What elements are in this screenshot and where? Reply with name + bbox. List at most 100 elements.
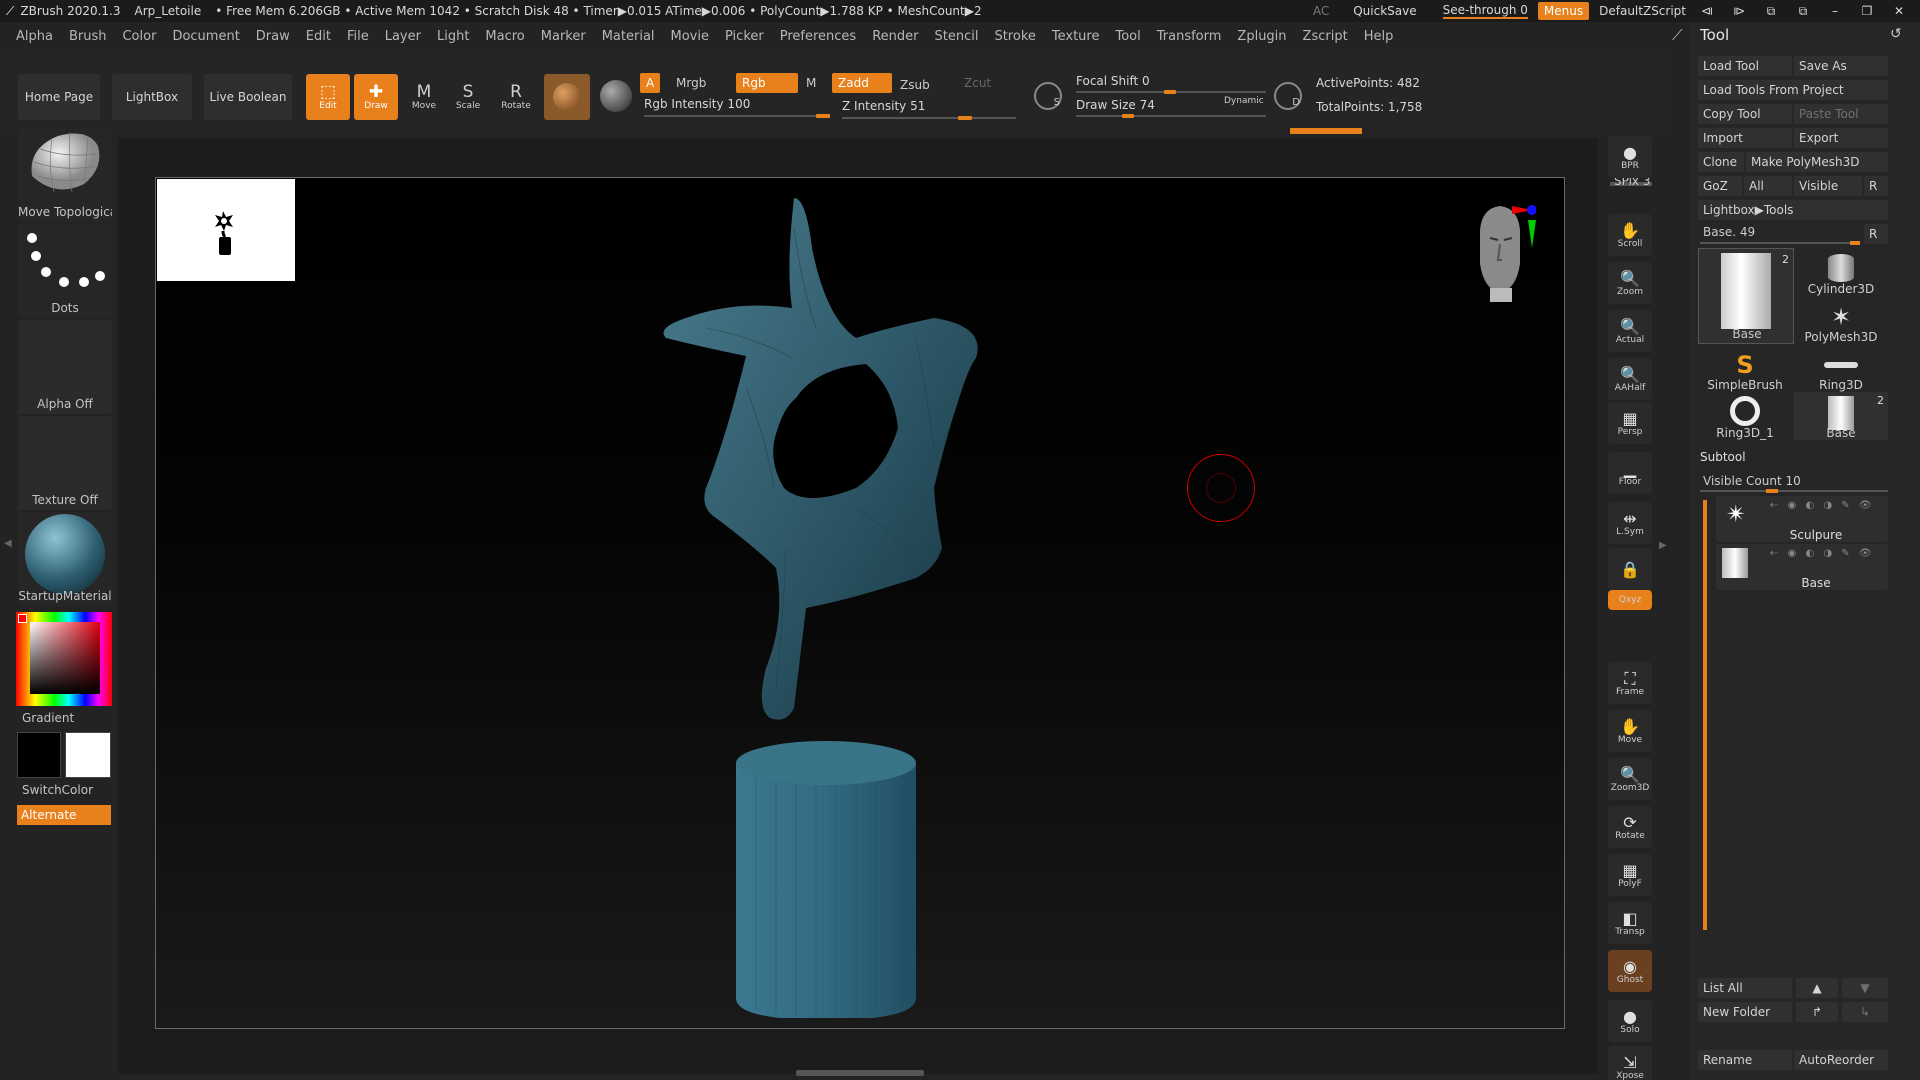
alternate-button[interactable]: Alternate — [17, 805, 111, 825]
menu-light[interactable]: Light — [429, 29, 477, 44]
switchcolor-label[interactable]: SwitchColor — [18, 783, 112, 797]
menu-material[interactable]: Material — [594, 29, 663, 44]
transp-button[interactable]: ◧ Transp — [1608, 902, 1652, 944]
actual-button[interactable]: 🔍 Actual — [1608, 310, 1652, 352]
lightbox-button[interactable]: LightBox — [112, 74, 192, 120]
quicksave-button[interactable]: QuickSave — [1353, 4, 1416, 18]
import-button[interactable]: Import — [1698, 128, 1792, 148]
zoom3d-button[interactable]: 🔍 Zoom3D — [1608, 758, 1652, 800]
menu-preferences[interactable]: Preferences — [772, 29, 864, 44]
frame-button[interactable]: ⛶ Frame — [1608, 662, 1652, 704]
z-intensity-slider[interactable]: Z Intensity 51 — [842, 99, 925, 113]
rgb-sphere-icon[interactable] — [600, 80, 632, 112]
tool-thumb-polymesh3d[interactable]: ✶ PolyMesh3D — [1794, 296, 1888, 344]
rgb-intensity-knob[interactable] — [816, 114, 830, 118]
left-collapse-icon[interactable]: ◀ — [4, 538, 12, 566]
home-page-button[interactable]: Home Page — [18, 74, 100, 120]
folder-arrow2-icon[interactable]: ↳ — [1842, 1002, 1888, 1022]
base-knob[interactable] — [1850, 241, 1860, 245]
lock-button[interactable]: 🔒 — [1608, 548, 1652, 590]
zoom-button[interactable]: 🔍 Zoom — [1608, 262, 1652, 304]
m-toggle[interactable]: M — [800, 73, 822, 93]
tool-thumb-base-2[interactable]: 2 Base — [1794, 392, 1888, 440]
menu-marker[interactable]: Marker — [533, 29, 594, 44]
save-as-button[interactable]: Save As — [1794, 56, 1888, 76]
menu-document[interactable]: Document — [164, 29, 247, 44]
goz-r-button[interactable]: R — [1864, 176, 1888, 196]
menu-macro[interactable]: Macro — [477, 29, 532, 44]
a-toggle[interactable]: A — [640, 73, 661, 93]
subtool-item-sculpure[interactable]: ✴ ⇠ ◉ ◐ ◑ ✎ 👁 Sculpure — [1716, 496, 1888, 542]
tool-drag-icon[interactable]: ⟋ — [1672, 26, 1683, 44]
solo-button[interactable]: ● Solo — [1608, 1000, 1652, 1042]
menu-render[interactable]: Render — [864, 29, 926, 44]
list-all-button[interactable]: List All — [1698, 978, 1792, 998]
live-boolean-button[interactable]: Live Boolean — [204, 74, 292, 120]
layout-icon[interactable]: ⧉ — [1760, 4, 1782, 19]
load-tool-button[interactable]: Load Tool — [1698, 56, 1792, 76]
menu-file[interactable]: File — [339, 29, 377, 44]
move-up-icon[interactable]: ▲ — [1796, 978, 1838, 998]
visible-count-slider[interactable]: Visible Count 10 — [1703, 474, 1801, 488]
tool-thumb-ring3d-1[interactable]: Ring3D_1 — [1698, 392, 1792, 440]
move-down-icon[interactable]: ▼ — [1842, 978, 1888, 998]
menu-zplugin[interactable]: Zplugin — [1229, 29, 1294, 44]
menu-brush[interactable]: Brush — [61, 29, 115, 44]
visible-count-track[interactable] — [1700, 490, 1888, 492]
color-picker[interactable] — [16, 612, 112, 706]
menu-texture[interactable]: Texture — [1044, 29, 1108, 44]
rgb-toggle[interactable]: Rgb — [736, 73, 798, 93]
layout2-icon[interactable]: ⧉ — [1792, 4, 1814, 19]
zcut-toggle[interactable]: Zcut — [958, 73, 997, 93]
aahalf-button[interactable]: 🔍 AAHalf — [1608, 358, 1652, 400]
polyf-button[interactable]: ▦ PolyF — [1608, 854, 1652, 896]
menu-help[interactable]: Help — [1356, 29, 1402, 44]
load-tools-from-project-button[interactable]: Load Tools From Project — [1698, 80, 1888, 100]
menu-alpha[interactable]: Alpha — [8, 29, 61, 44]
autoreorder-button[interactable]: AutoReorder — [1794, 1050, 1888, 1070]
menu-transform[interactable]: Transform — [1149, 29, 1230, 44]
tool-panel-reset-icon[interactable]: ↺ — [1890, 26, 1902, 42]
mrgb-toggle[interactable]: Mrgb — [670, 73, 712, 93]
menu-draw[interactable]: Draw — [248, 29, 298, 44]
base-track[interactable] — [1700, 242, 1860, 244]
main-color-swatch[interactable] — [17, 732, 61, 778]
sculpture-mesh[interactable] — [616, 188, 1076, 1018]
menu-stroke[interactable]: Stroke — [986, 29, 1043, 44]
menu-picker[interactable]: Picker — [717, 29, 772, 44]
tool-thumb-cylinder3d[interactable]: Cylinder3D — [1794, 248, 1888, 296]
default-zscript-button[interactable]: DefaultZScript — [1599, 4, 1686, 18]
subtool-header[interactable]: Subtool — [1692, 450, 1888, 468]
stroke-s-icon[interactable]: S — [1034, 82, 1062, 110]
menu-movie[interactable]: Movie — [663, 29, 717, 44]
see-through-slider[interactable]: See-through 0 — [1442, 3, 1528, 19]
focal-shift-slider[interactable]: Focal Shift 0 — [1076, 74, 1150, 88]
make-polymesh3d-button[interactable]: Make PolyMesh3D — [1746, 152, 1888, 172]
orientation-head-icon[interactable] — [1472, 200, 1536, 312]
ac-label[interactable]: AC — [1313, 4, 1329, 18]
floor-button[interactable]: ▁ Floor — [1608, 452, 1652, 494]
base-r-button[interactable]: R — [1864, 224, 1888, 244]
z-intensity-track[interactable] — [842, 117, 1016, 119]
navigator-thumbnail[interactable] — [157, 179, 295, 281]
subtool-toggles-icon[interactable]: ⇠ ◉ ◐ ◑ ✎ 👁 — [1770, 548, 1875, 559]
edit-button[interactable]: ⬚ Edit — [306, 74, 350, 120]
right-collapse-icon[interactable]: ▶ — [1659, 540, 1667, 564]
export-button[interactable]: Export — [1794, 128, 1888, 148]
menu-edit[interactable]: Edit — [298, 29, 339, 44]
color-square[interactable] — [30, 622, 100, 694]
bpr-button[interactable]: ● BPR — [1608, 136, 1652, 178]
tool-thumb-simplebrush[interactable]: S SimpleBrush — [1698, 344, 1792, 392]
menu-stencil[interactable]: Stencil — [926, 29, 986, 44]
subtool-toggles-icon[interactable]: ⇠ ◉ ◐ ◑ ✎ 👁 — [1770, 500, 1875, 511]
menus-button[interactable]: Menus — [1537, 2, 1590, 20]
draw-size-knob[interactable] — [1122, 114, 1134, 118]
restore-icon[interactable]: ❐ — [1856, 4, 1878, 18]
rename-button[interactable]: Rename — [1698, 1050, 1792, 1070]
visible-count-knob[interactable] — [1766, 489, 1778, 493]
subtool-item-base[interactable]: ⇠ ◉ ◐ ◑ ✎ 👁 Base — [1716, 544, 1888, 590]
lsym-button[interactable]: ⇹ L.Sym — [1608, 502, 1652, 544]
folder-arrow-icon[interactable]: ↱ — [1796, 1002, 1838, 1022]
document-canvas[interactable] — [155, 177, 1565, 1029]
goz-visible-button[interactable]: Visible — [1794, 176, 1862, 196]
